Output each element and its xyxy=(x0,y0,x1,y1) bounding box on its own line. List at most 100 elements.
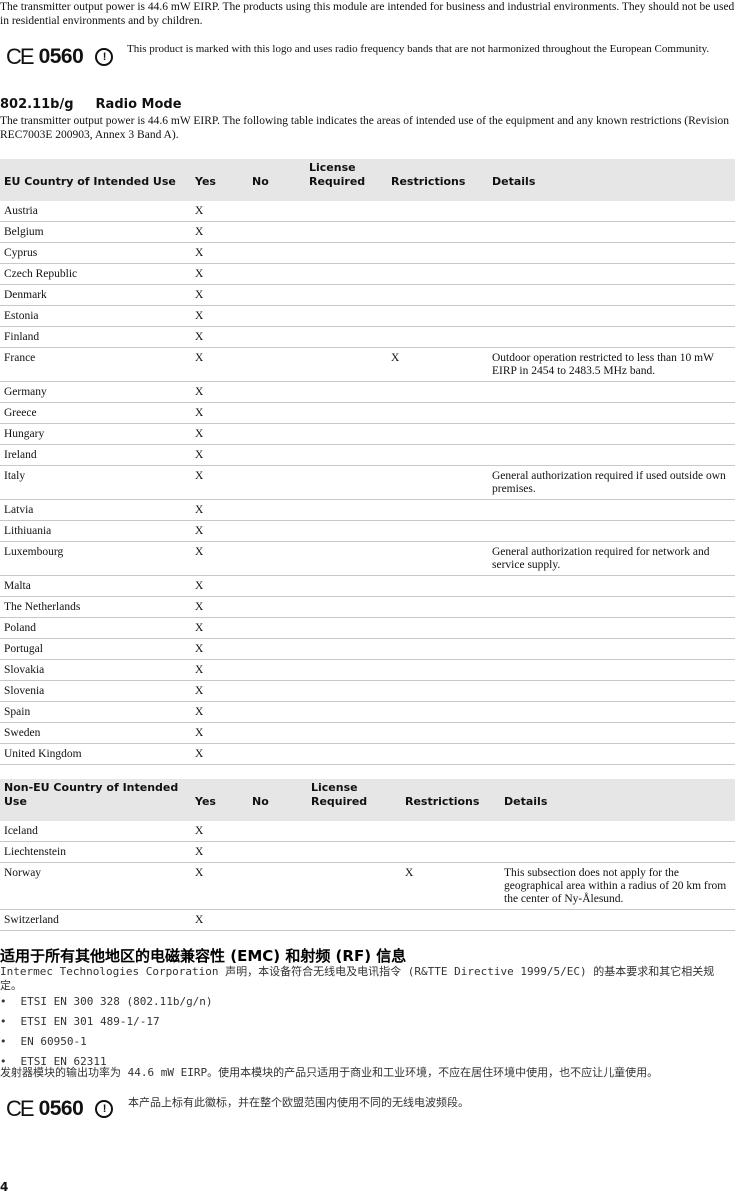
table-cell xyxy=(387,326,488,348)
table-cell xyxy=(387,575,488,597)
table-cell xyxy=(248,617,305,639)
table-cell xyxy=(488,381,735,403)
table-cell: X xyxy=(191,242,248,264)
column-header: Yes xyxy=(191,779,248,821)
table-cell xyxy=(488,575,735,597)
table-row: Portugal X xyxy=(0,638,735,660)
table-cell: X xyxy=(401,862,500,910)
table-cell: Czech Republic xyxy=(0,263,191,285)
table-cell xyxy=(248,841,307,863)
table-cell xyxy=(387,444,488,466)
table-cell xyxy=(248,423,305,445)
table-cell xyxy=(248,659,305,681)
eu-country-table: EU Country of Intended Use Yes No License R… xyxy=(0,159,735,765)
table-cell xyxy=(387,701,488,723)
table-cell xyxy=(488,659,735,681)
cn-standards-list: ETSI EN 300 328 (802.11b/g/n)ETSI EN 301… xyxy=(0,992,213,1072)
table-cell xyxy=(488,638,735,660)
table-cell: X xyxy=(191,743,248,765)
table-cell xyxy=(488,596,735,618)
table-cell: X xyxy=(191,381,248,403)
table-cell xyxy=(305,305,387,327)
table-cell xyxy=(488,444,735,466)
table-cell: X xyxy=(191,638,248,660)
table-cell: Ireland xyxy=(0,444,191,466)
table-cell xyxy=(387,284,488,306)
table-cell: Switzerland xyxy=(0,909,191,931)
list-item: ETSI EN 301 489-1/-17 xyxy=(0,1012,213,1032)
list-item: ETSI EN 300 328 (802.11b/g/n) xyxy=(0,992,213,1012)
table-cell xyxy=(248,201,305,222)
table-cell xyxy=(305,381,387,403)
table-cell: The Netherlands xyxy=(0,596,191,618)
cn-power-text: 发射器模块的输出功率为 44.6 mW EIRP。使用本模块的产品只适用于商业和… xyxy=(0,1066,659,1079)
table-row: Slovakia X xyxy=(0,659,735,681)
table-row: Malta X xyxy=(0,575,735,597)
ce-mark-logo-cn: CE 0560! xyxy=(6,1096,114,1122)
table-cell xyxy=(387,722,488,744)
column-header: Non-EU Country of Intended Use xyxy=(0,779,191,821)
table-cell: X xyxy=(191,701,248,723)
table-cell xyxy=(305,520,387,542)
table-cell: Greece xyxy=(0,402,191,424)
table-row: France X X Outdoor operation restricted to … xyxy=(0,347,735,382)
table-cell xyxy=(307,821,401,842)
table-cell xyxy=(488,722,735,744)
table-cell xyxy=(248,381,305,403)
table-cell xyxy=(387,680,488,702)
table-cell xyxy=(488,201,735,222)
table-cell: X xyxy=(191,221,248,243)
cn-title: 适用于所有其他地区的电磁兼容性 (EMC) 和射频 (RF) 信息 xyxy=(0,947,407,965)
table-cell xyxy=(248,347,305,382)
table-row: Poland X xyxy=(0,617,735,639)
table-cell xyxy=(248,575,305,597)
table-cell xyxy=(305,617,387,639)
table-row: Italy X General authorization required if … xyxy=(0,465,735,500)
table-cell: X xyxy=(191,263,248,285)
table-cell: X xyxy=(191,909,248,931)
table-row: Norway X X This subsection does not apply f… xyxy=(0,862,735,910)
table-cell xyxy=(248,520,305,542)
list-item: EN 60950-1 xyxy=(0,1032,213,1052)
column-header: No xyxy=(248,779,307,821)
table-cell: X xyxy=(191,305,248,327)
column-header: Details xyxy=(488,159,735,201)
table-cell: General authorization required if used o… xyxy=(488,465,735,500)
table-cell xyxy=(488,242,735,264)
non-eu-country-table: Non-EU Country of Intended Use Yes No Licen… xyxy=(0,779,735,931)
table-cell: X xyxy=(191,423,248,445)
table-header-row: Non-EU Country of Intended Use Yes No Licen… xyxy=(0,779,735,821)
table-cell xyxy=(305,444,387,466)
table-row: Liechtenstein X xyxy=(0,841,735,863)
table-cell xyxy=(387,305,488,327)
table-cell: Germany xyxy=(0,381,191,403)
table-cell xyxy=(500,821,735,842)
table-cell xyxy=(248,821,307,842)
table-cell xyxy=(248,680,305,702)
table-cell xyxy=(305,701,387,723)
table-cell: Belgium xyxy=(0,221,191,243)
table-cell: X xyxy=(191,821,248,842)
table-cell: X xyxy=(191,722,248,744)
table-cell: Outdoor operation restricted to less tha… xyxy=(488,347,735,382)
table-cell: X xyxy=(191,862,248,910)
table-row: Estonia X xyxy=(0,305,735,327)
table-row: Luxembourg X General authorization require… xyxy=(0,541,735,576)
table-cell xyxy=(305,347,387,382)
table-row: Iceland X xyxy=(0,821,735,842)
table-cell xyxy=(500,841,735,863)
table-cell: Hungary xyxy=(0,423,191,445)
table-cell: Malta xyxy=(0,575,191,597)
table-cell xyxy=(248,701,305,723)
column-header: No xyxy=(248,159,305,201)
table-cell: Slovakia xyxy=(0,659,191,681)
table-cell: X xyxy=(191,444,248,466)
table-cell xyxy=(387,465,488,500)
intro-paragraph: The transmitter output power is 44.6 mW … xyxy=(0,1,735,27)
table-cell xyxy=(305,284,387,306)
table-cell: X xyxy=(191,596,248,618)
table-cell xyxy=(248,326,305,348)
table-cell xyxy=(488,263,735,285)
table-cell xyxy=(248,909,307,931)
column-header: Yes xyxy=(191,159,248,201)
